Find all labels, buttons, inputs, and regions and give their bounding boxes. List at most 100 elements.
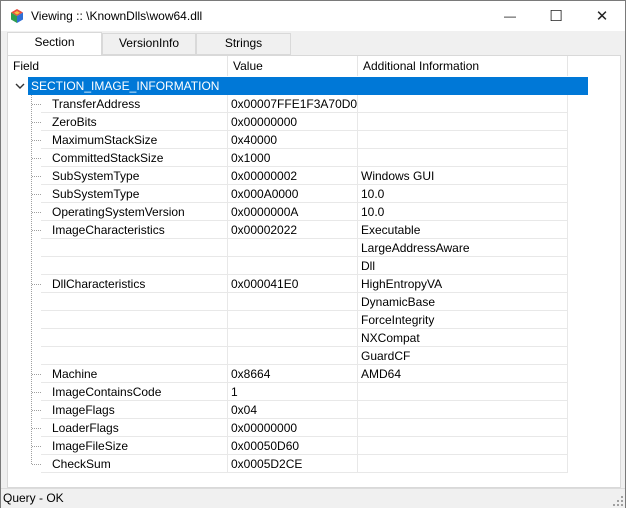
tree-branch-line <box>32 140 41 141</box>
value-cell: 0x0000000A <box>231 205 299 219</box>
info-cell: AMD64 <box>361 367 402 381</box>
tab-versioninfo[interactable]: VersionInfo <box>102 33 196 55</box>
table-row[interactable]: TransferAddress 0x00007FFE1F3A70D0 <box>8 95 568 113</box>
status-text: Query - OK <box>3 491 64 505</box>
status-bar: Query - OK <box>1 488 625 508</box>
tree-branch-line <box>32 284 41 285</box>
tree-branch-line <box>32 122 41 123</box>
maximize-icon: ☐ <box>549 8 563 25</box>
table-row[interactable]: OperatingSystemVersion 0x0000000A 10.0 <box>8 203 568 221</box>
column-value-header[interactable]: Value <box>228 56 358 76</box>
info-cell: LargeAddressAware <box>361 241 470 255</box>
viewer-window: Viewing :: \KnownDlls\wow64.dll — ☐ ✕ Se… <box>0 0 626 508</box>
tree-branch-line <box>32 410 41 411</box>
table-row[interactable]: LoaderFlags 0x00000000 <box>8 419 568 437</box>
info-cell: Dll <box>361 259 375 273</box>
table-row[interactable]: CheckSum 0x0005D2CE <box>8 455 568 473</box>
tree-branch-line <box>32 212 41 213</box>
tree-branch-line <box>32 446 41 447</box>
table-row[interactable]: SubSystemType 0x00000002 Windows GUI <box>8 167 568 185</box>
value-cell: 0x1000 <box>231 151 271 165</box>
table-row[interactable]: CommittedStackSize 0x1000 <box>8 149 568 167</box>
tab-section[interactable]: Section <box>7 32 102 55</box>
window-title: Viewing :: \KnownDlls\wow64.dll <box>31 9 203 23</box>
value-cell: 0x000A0000 <box>231 187 299 201</box>
value-cell: 0x00002022 <box>231 223 298 237</box>
info-cell: GuardCF <box>361 349 411 363</box>
value-cell: 0x0005D2CE <box>231 457 303 471</box>
value-cell: 0x00000002 <box>231 169 298 183</box>
field-cell: OperatingSystemVersion <box>52 205 185 219</box>
table-row[interactable]: ImageFlags 0x04 <box>8 401 568 419</box>
field-cell: LoaderFlags <box>52 421 119 435</box>
info-cell: 10.0 <box>361 187 385 201</box>
tree-branch-line <box>32 374 41 375</box>
tree-root-row[interactable]: SECTION_IMAGE_INFORMATION <box>28 77 588 95</box>
app-icon <box>11 9 23 23</box>
info-cell: NXCompat <box>361 331 420 345</box>
field-cell: ZeroBits <box>52 115 97 129</box>
close-button[interactable]: ✕ <box>579 1 625 31</box>
tree-branch-line <box>32 230 41 231</box>
value-cell: 1 <box>231 385 238 399</box>
tree-branch-line <box>32 176 41 177</box>
table-row[interactable]: ImageCharacteristics 0x00002022 Executable <box>8 221 568 239</box>
value-cell: 0x04 <box>231 403 258 417</box>
info-cell: Executable <box>361 223 421 237</box>
field-cell: ImageFlags <box>52 403 115 417</box>
table-row[interactable]: Dll <box>8 257 568 275</box>
column-info-header[interactable]: Additional Information <box>358 56 568 76</box>
info-cell: Windows GUI <box>361 169 435 183</box>
table-row[interactable]: GuardCF <box>8 347 568 365</box>
minimize-icon: — <box>504 9 516 23</box>
tree-branch-line <box>32 428 41 429</box>
table-row[interactable]: DllCharacteristics 0x000041E0 HighEntropyV… <box>8 275 568 293</box>
field-cell: ImageCharacteristics <box>52 223 165 237</box>
value-cell: 0x00000000 <box>231 421 298 435</box>
chevron-down-icon[interactable] <box>15 82 25 90</box>
field-cell: MaximumStackSize <box>52 133 158 147</box>
column-gridline <box>567 95 568 473</box>
info-cell: HighEntropyVA <box>361 277 443 291</box>
row-gridline <box>41 472 568 473</box>
info-cell: ForceIntegrity <box>361 313 435 327</box>
tab-strings[interactable]: Strings <box>196 33 291 55</box>
tree-root-label: SECTION_IMAGE_INFORMATION <box>31 79 220 93</box>
info-cell: 10.0 <box>361 205 385 219</box>
maximize-button[interactable]: ☐ <box>533 1 579 31</box>
resize-grip-icon[interactable] <box>613 496 623 506</box>
table-row[interactable]: ZeroBits 0x00000000 <box>8 113 568 131</box>
value-cell: 0x00000000 <box>231 115 298 129</box>
table-row[interactable]: NXCompat <box>8 329 568 347</box>
table-row[interactable]: LargeAddressAware <box>8 239 568 257</box>
table-row[interactable]: ImageContainsCode 1 <box>8 383 568 401</box>
tree-branch-line <box>32 104 41 105</box>
field-cell: Machine <box>52 367 98 381</box>
value-cell: 0x000041E0 <box>231 277 299 291</box>
tree-branch-line <box>32 464 41 465</box>
field-cell: CommittedStackSize <box>52 151 164 165</box>
table-row[interactable]: ImageFileSize 0x00050D60 <box>8 437 568 455</box>
info-cell: DynamicBase <box>361 295 436 309</box>
field-cell: SubSystemType <box>52 169 140 183</box>
table-row[interactable]: MaximumStackSize 0x40000 <box>8 131 568 149</box>
table-row[interactable]: DynamicBase <box>8 293 568 311</box>
value-cell: 0x40000 <box>231 133 278 147</box>
tree-branch-line <box>32 392 41 393</box>
table-row[interactable]: Machine 0x8664 AMD64 <box>8 365 568 383</box>
title-bar[interactable]: Viewing :: \KnownDlls\wow64.dll — ☐ ✕ <box>1 1 625 31</box>
column-header: Field Value Additional Information <box>8 56 620 76</box>
field-cell: TransferAddress <box>52 97 141 111</box>
field-cell: CheckSum <box>52 457 111 471</box>
tree-branch-line <box>32 194 41 195</box>
field-cell: SubSystemType <box>52 187 140 201</box>
value-cell: 0x00050D60 <box>231 439 300 453</box>
field-cell: ImageContainsCode <box>52 385 162 399</box>
close-icon: ✕ <box>595 8 609 25</box>
table-row[interactable]: ForceIntegrity <box>8 311 568 329</box>
table-row[interactable]: SubSystemType 0x000A0000 10.0 <box>8 185 568 203</box>
section-list-view[interactable]: Field Value Additional Information SECTI… <box>7 55 621 488</box>
minimize-button[interactable]: — <box>487 1 533 31</box>
column-field-header[interactable]: Field <box>8 56 228 76</box>
column-gridline <box>227 95 228 473</box>
